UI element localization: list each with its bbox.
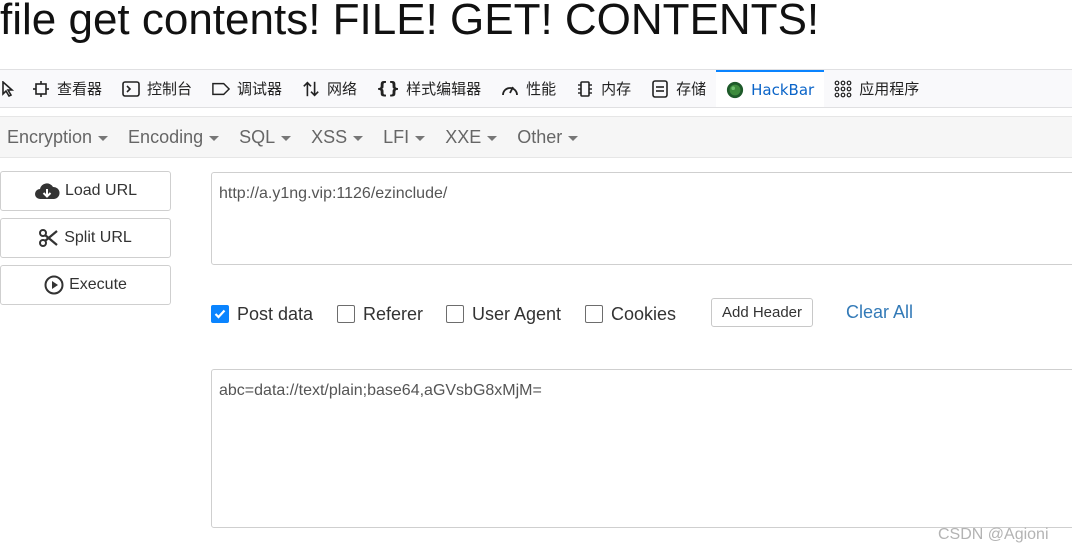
- tab-memory[interactable]: 内存: [566, 70, 641, 107]
- clear-all-link[interactable]: Clear All: [846, 302, 913, 323]
- url-value: http://a.y1ng.vip:1126/ezinclude/: [219, 185, 448, 202]
- menu-xss[interactable]: XSS: [304, 127, 376, 148]
- style-editor-icon: {}: [375, 78, 401, 99]
- tab-hackbar[interactable]: HackBar: [716, 70, 825, 107]
- tab-label: 性能: [526, 80, 557, 98]
- menu-label: XSS: [311, 126, 348, 147]
- application-icon: [834, 80, 852, 98]
- button-label: Load URL: [64, 182, 138, 199]
- referer-option[interactable]: Referer: [337, 303, 423, 325]
- option-label: Post data: [237, 303, 314, 324]
- tab-label: 应用程序: [859, 80, 920, 98]
- inspector-icon: [32, 80, 50, 98]
- tab-label: 查看器: [57, 80, 103, 98]
- console-icon: [122, 80, 140, 98]
- tab-label: 控制台: [147, 80, 193, 98]
- menu-label: Encoding: [128, 126, 204, 147]
- tab-label: HackBar: [751, 80, 815, 99]
- cookies-option[interactable]: Cookies: [585, 303, 676, 325]
- add-header-button[interactable]: Add Header: [711, 298, 813, 327]
- tab-performance[interactable]: 性能: [491, 70, 566, 107]
- menu-label: Encryption: [7, 126, 93, 147]
- caret-down-icon: [98, 135, 109, 141]
- hackbar-icon: [726, 81, 744, 99]
- menu-label: SQL: [239, 126, 276, 147]
- menu-sql[interactable]: SQL: [232, 127, 304, 148]
- button-label: Execute: [69, 276, 127, 293]
- tab-style-editor[interactable]: {} 样式编辑器: [367, 70, 491, 107]
- menu-label: XXE: [445, 126, 482, 147]
- post-data-option[interactable]: Post data: [211, 303, 313, 325]
- tab-label: 内存: [601, 80, 632, 98]
- memory-icon: [576, 80, 594, 98]
- tab-label: 调试器: [237, 80, 283, 98]
- post-data-input[interactable]: abc=data://text/plain;base64,aGVsbG8xMjM…: [211, 369, 1072, 528]
- caret-down-icon: [487, 135, 498, 141]
- menu-encryption[interactable]: Encryption: [0, 127, 121, 148]
- caret-down-icon: [209, 135, 220, 141]
- cloud-download-icon: [34, 182, 60, 200]
- post-data-value: abc=data://text/plain;base64,aGVsbG8xMjM…: [219, 382, 542, 399]
- execute-button[interactable]: Execute: [0, 265, 171, 305]
- load-url-button[interactable]: Load URL: [0, 171, 171, 211]
- page-heading: file get contents! FILE! GET! CONTENTS!: [0, 0, 820, 44]
- tab-label: 存储: [676, 80, 707, 98]
- caret-down-icon: [281, 135, 292, 141]
- element-picker-icon: [0, 80, 18, 98]
- button-label: Split URL: [64, 229, 132, 246]
- url-input[interactable]: http://a.y1ng.vip:1126/ezinclude/: [211, 172, 1072, 265]
- option-label: Cookies: [611, 303, 677, 324]
- tab-console[interactable]: 控制台: [112, 70, 202, 107]
- option-label: Referer: [363, 303, 424, 324]
- tab-debugger[interactable]: 调试器: [202, 70, 292, 107]
- split-url-button[interactable]: Split URL: [0, 218, 171, 258]
- tab-storage[interactable]: 存储: [641, 70, 716, 107]
- storage-icon: [651, 79, 669, 98]
- user-agent-checkbox[interactable]: [446, 305, 464, 323]
- menu-lfi[interactable]: LFI: [376, 127, 438, 148]
- debugger-icon: [212, 80, 231, 98]
- menu-label: LFI: [383, 126, 410, 147]
- network-icon: [302, 80, 320, 98]
- cookies-checkbox[interactable]: [585, 305, 603, 323]
- referer-checkbox[interactable]: [337, 305, 355, 323]
- scissors-icon: [39, 229, 59, 247]
- hackbar-menu: Encryption Encoding SQL XSS LFI XXE Othe…: [0, 116, 1072, 158]
- watermark: CSDN @Agioni: [938, 526, 1049, 543]
- user-agent-option[interactable]: User Agent: [446, 303, 561, 325]
- option-label: User Agent: [472, 303, 562, 324]
- tab-label: 网络: [327, 80, 358, 98]
- tab-network[interactable]: 网络: [292, 70, 367, 107]
- menu-xxe[interactable]: XXE: [438, 127, 510, 148]
- menu-encoding[interactable]: Encoding: [121, 127, 232, 148]
- post-data-checkbox[interactable]: [211, 305, 229, 323]
- tab-inspector[interactable]: 查看器: [22, 70, 112, 107]
- caret-down-icon: [415, 135, 426, 141]
- tab-label: 样式编辑器: [406, 80, 482, 98]
- caret-down-icon: [568, 135, 579, 141]
- performance-icon: [501, 80, 519, 98]
- menu-label: Other: [517, 126, 563, 147]
- caret-down-icon: [353, 135, 364, 141]
- tab-application[interactable]: 应用程序: [824, 70, 929, 107]
- menu-other[interactable]: Other: [510, 127, 591, 148]
- element-picker-button[interactable]: [0, 70, 22, 107]
- devtools-tab-strip: 查看器 控制台 调试器 网络 {} 样式编辑器 性能 内存 存储 HackBar…: [0, 69, 1072, 108]
- play-circle-icon: [44, 275, 64, 295]
